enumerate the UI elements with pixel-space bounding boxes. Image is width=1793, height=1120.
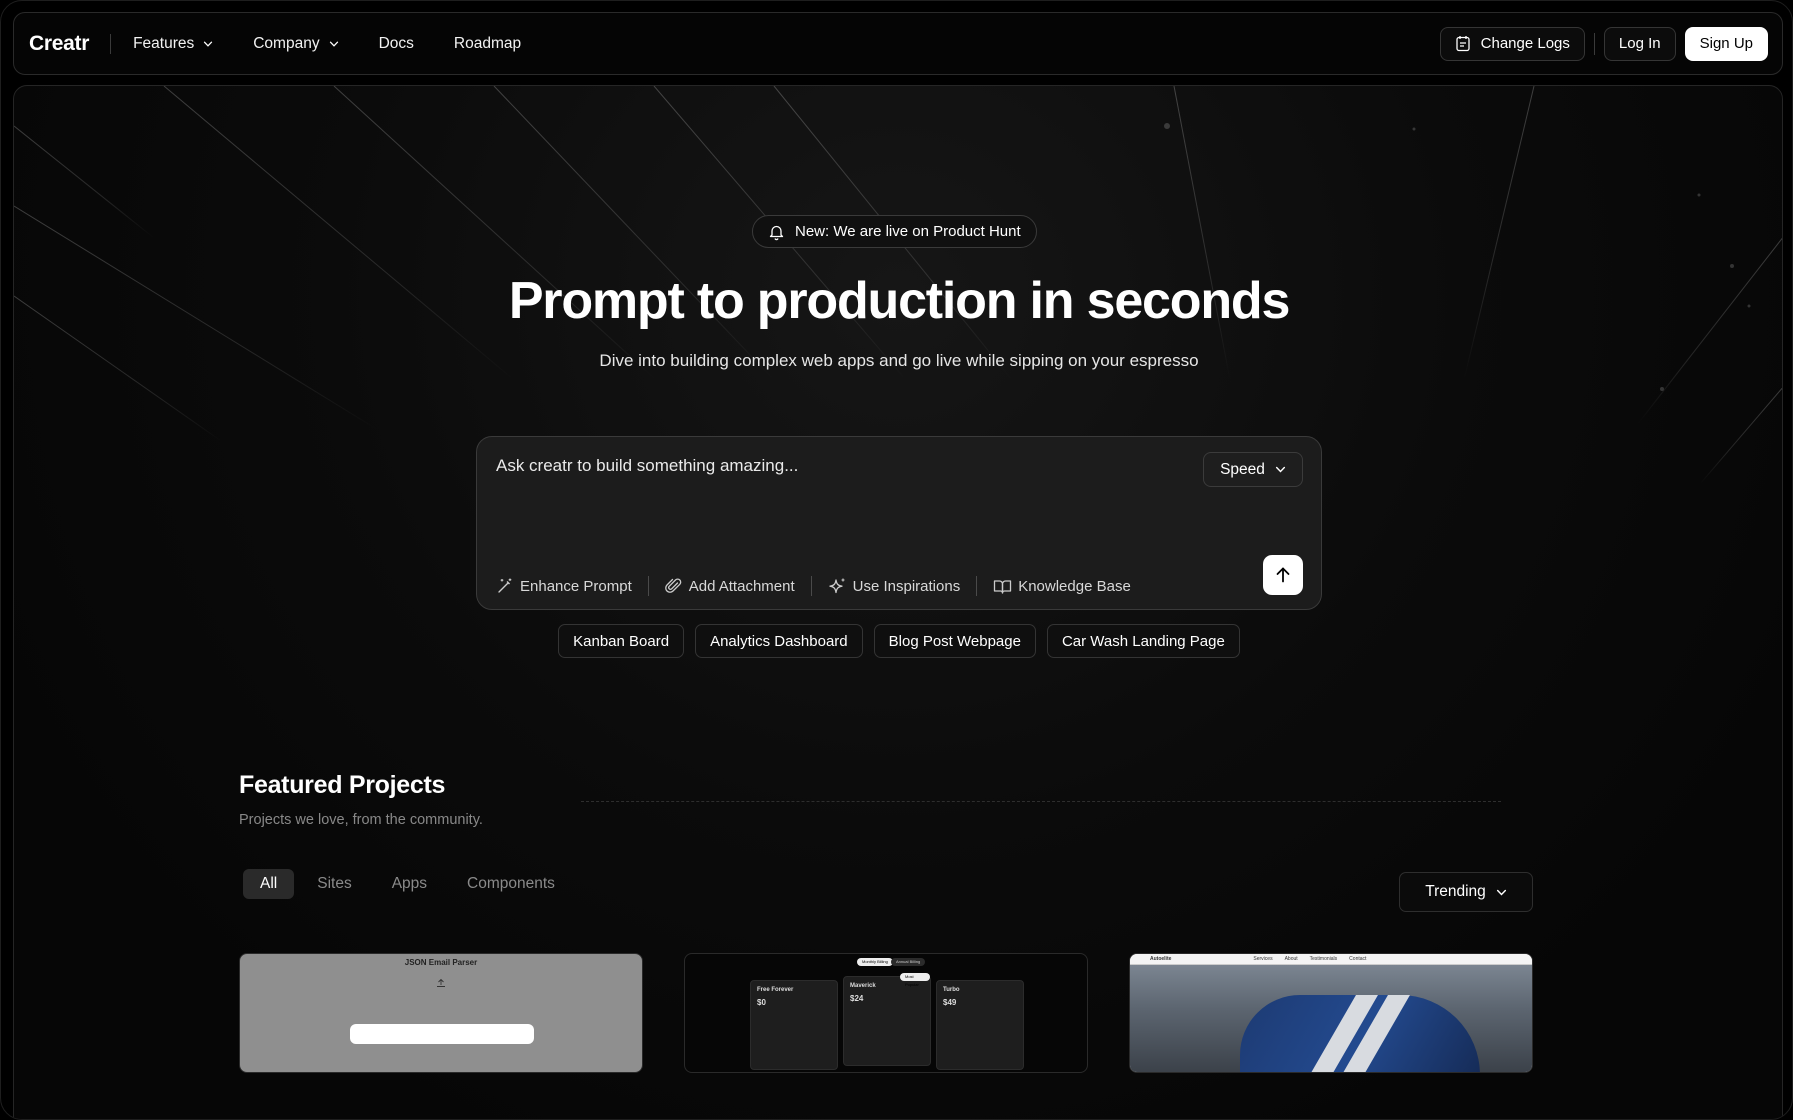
prompt-input[interactable] — [496, 456, 1176, 476]
chevron-down-icon — [1275, 466, 1285, 473]
project-card[interactable]: JSON Email Parser — [239, 953, 643, 1073]
nav-separator — [1593, 32, 1595, 55]
pricing-plan: Free Forever $0 — [750, 980, 838, 1070]
featured-divider — [581, 801, 1501, 802]
logo-divider — [110, 33, 112, 54]
project-card[interactable]: Autoelite Services About Testimonials Co… — [1129, 953, 1533, 1073]
suggestion-chip[interactable]: Blog Post Webpage — [873, 624, 1036, 658]
add-attachment-button[interactable]: Add Attachment — [664, 577, 795, 595]
project-card-caption — [240, 996, 642, 1001]
nav-roadmap[interactable]: Roadmap — [454, 35, 521, 53]
preview-menu-item: Services — [1253, 956, 1273, 962]
preview-navbar: Autoelite Services About Testimonials Co… — [1130, 954, 1532, 965]
nav-docs[interactable]: Docs — [379, 35, 414, 53]
mode-select[interactable]: Speed — [1203, 452, 1303, 487]
featured-subtitle: Projects we love, from the community. — [239, 812, 483, 828]
featured-tabs: All Sites Apps Components — [243, 869, 578, 899]
chevron-down-icon — [329, 41, 338, 47]
change-logs-button[interactable]: Change Logs — [1439, 26, 1585, 61]
signup-button[interactable]: Sign Up — [1684, 26, 1768, 61]
sort-label: Trending — [1425, 883, 1486, 900]
suggestion-chips: Kanban Board Analytics Dashboard Blog Po… — [14, 624, 1782, 658]
nav-actions: Change Logs Log In Sign Up — [1439, 26, 1768, 61]
tool-separator — [810, 576, 812, 596]
project-card[interactable]: Monthly Billing Annual Billing Free Fore… — [684, 953, 1088, 1073]
use-inspirations-button[interactable]: Use Inspirations — [828, 577, 961, 596]
preview-menu-item: Testimonials — [1309, 956, 1338, 962]
tab-all[interactable]: All — [243, 869, 295, 899]
plan-name: Free Forever — [757, 987, 794, 993]
tab-sites[interactable]: Sites — [300, 869, 368, 899]
announcement-badge[interactable]: New: We are live on Product Hunt — [752, 215, 1037, 248]
book-open-icon — [994, 579, 1012, 594]
tool-separator — [976, 576, 978, 596]
send-button[interactable] — [1263, 555, 1303, 595]
prompt-tools: Enhance Prompt Add Attachment Use Inspir… — [496, 576, 1131, 596]
billing-toggle-annual: Annual Billing — [891, 958, 926, 966]
plan-price: $0 — [757, 998, 766, 1007]
suggestion-chip[interactable]: Analytics Dashboard — [695, 624, 863, 658]
add-attachment-label: Add Attachment — [688, 577, 795, 595]
suggestion-chip[interactable]: Car Wash Landing Page — [1046, 624, 1240, 658]
nav-roadmap-label: Roadmap — [453, 34, 522, 52]
brand-logo[interactable]: Creatr — [29, 32, 89, 56]
car-photo — [1130, 965, 1532, 1072]
prompt-box: Speed Enhance Prompt Add Attachment Use … — [476, 436, 1322, 610]
use-inspirations-label: Use Inspirations — [852, 577, 961, 595]
plan-price: $49 — [943, 998, 957, 1007]
tab-components[interactable]: Components — [450, 869, 572, 899]
app-frame: Creatr Features Company Docs Roadmap Cha… — [0, 0, 1793, 1120]
mode-label: Speed — [1220, 460, 1265, 478]
knowledge-base-button[interactable]: Knowledge Base — [993, 578, 1131, 595]
preview-brand: Autoelite — [1150, 956, 1172, 962]
plan-name: Turbo — [943, 987, 960, 993]
sparkle-icon — [828, 578, 845, 593]
preview-menu-item: About — [1284, 956, 1298, 962]
tab-apps[interactable]: Apps — [375, 869, 444, 899]
preview-menu-item: Contact — [1349, 956, 1367, 962]
tool-separator — [647, 576, 649, 596]
nav-docs-label: Docs — [378, 34, 414, 52]
change-logs-label: Change Logs — [1480, 35, 1570, 52]
nav-company-label: Company — [253, 34, 320, 52]
bell-icon — [769, 225, 784, 240]
enhance-prompt-button[interactable]: Enhance Prompt — [496, 577, 632, 595]
announcement-text: New: We are live on Product Hunt — [795, 223, 1021, 240]
login-button[interactable]: Log In — [1603, 26, 1676, 61]
billing-toggle-monthly: Monthly Billing — [857, 958, 893, 966]
magic-wand-icon — [498, 578, 512, 593]
hero-subtitle: Dive into building complex web apps and … — [599, 351, 1199, 370]
paperclip-icon — [664, 578, 682, 593]
pricing-plan: Turbo $49 — [936, 980, 1024, 1070]
nav-company[interactable]: Company — [253, 35, 338, 53]
pricing-plan: Most Popular Maverick $24 — [843, 973, 931, 1066]
arrow-up-icon — [1276, 567, 1290, 583]
featured-title: Featured Projects — [239, 771, 446, 799]
nav-features-label: Features — [133, 34, 195, 52]
plan-price: $24 — [850, 994, 864, 1003]
project-card-preview-button — [350, 1024, 534, 1044]
chevron-down-icon — [204, 41, 213, 47]
nav-features[interactable]: Features — [133, 35, 213, 53]
top-navbar: Creatr Features Company Docs Roadmap Cha… — [13, 12, 1783, 75]
knowledge-base-label: Knowledge Base — [1018, 577, 1131, 595]
enhance-prompt-label: Enhance Prompt — [520, 577, 632, 595]
chevron-down-icon — [1496, 889, 1506, 896]
project-card-title: JSON Email Parser — [404, 958, 478, 967]
sort-dropdown[interactable]: Trending — [1399, 872, 1533, 912]
calendar-icon — [1456, 36, 1470, 52]
upload-icon — [240, 975, 642, 993]
hero-title: Prompt to production in seconds — [508, 272, 1291, 330]
suggestion-chip[interactable]: Kanban Board — [558, 624, 685, 658]
popular-flag: Most Popular — [900, 973, 930, 987]
